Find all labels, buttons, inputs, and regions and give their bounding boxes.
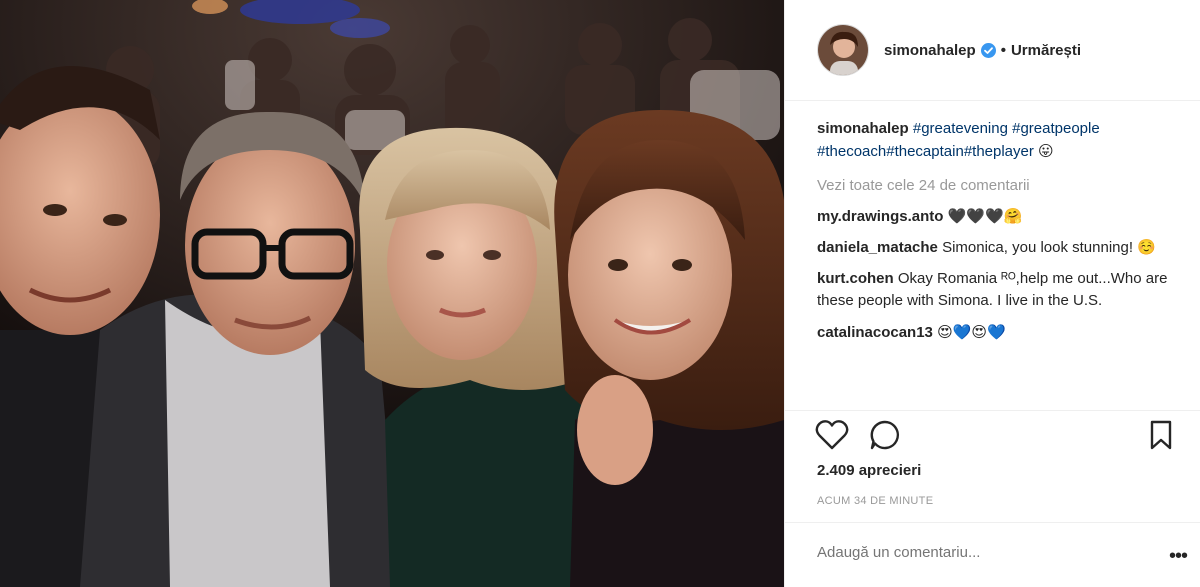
bookmark-icon[interactable] <box>1149 419 1173 456</box>
heart-icon[interactable] <box>815 419 849 456</box>
comment-icon[interactable] <box>869 419 901 456</box>
view-all-comments-link[interactable]: Vezi toate cele 24 de comentarii <box>817 175 1187 197</box>
comment-username[interactable]: daniela_matache <box>817 239 938 256</box>
comment-item: kurt.cohen Okay Romania ᴿᴼ,help me out..… <box>817 268 1187 312</box>
likes-count[interactable]: 2.409 aprecieri <box>817 462 921 479</box>
header-separator: • <box>1000 41 1006 59</box>
comment-username[interactable]: catalinacocan13 <box>817 324 933 341</box>
hashtag-link[interactable]: #greatevening <box>913 120 1008 137</box>
comment-item: my.drawings.anto 🖤🖤🖤🤗 <box>817 205 1187 228</box>
following-button[interactable]: Urmărești <box>1011 42 1081 59</box>
hashtag-link[interactable]: #thecoach <box>817 143 886 160</box>
hashtag-link[interactable]: #theplayer <box>964 143 1034 160</box>
hashtag-link[interactable]: #thecaptain <box>886 143 964 160</box>
comment-username[interactable]: my.drawings.anto <box>817 208 943 225</box>
add-comment-input[interactable] <box>817 544 1137 561</box>
hashtag-link[interactable]: #greatpeople <box>1012 120 1100 137</box>
comment-text: 😍💙😍💙 <box>937 323 1006 341</box>
comments-list: simonahalep #greatevening #greatpeople #… <box>817 118 1187 353</box>
comment-item: catalinacocan13 😍💙😍💙 <box>817 321 1187 344</box>
caption-username[interactable]: simonahalep <box>817 120 909 137</box>
post-photo[interactable] <box>0 0 784 587</box>
comment-text: Simonica, you look stunning! ☺️ <box>942 239 1156 256</box>
post-side-panel: simonahalep • Urmărești simonahalep #gre… <box>784 0 1200 587</box>
post-header: simonahalep • Urmărești <box>785 0 1200 101</box>
comment-username[interactable]: kurt.cohen <box>817 270 894 287</box>
instagram-post: simonahalep • Urmărești simonahalep #gre… <box>0 0 1200 587</box>
header-username[interactable]: simonahalep <box>884 42 976 59</box>
more-options-icon[interactable]: ••• <box>1169 545 1188 568</box>
comment-item: daniela_matache Simonica, you look stunn… <box>817 237 1187 259</box>
comment-text: 🖤🖤🖤🤗 <box>947 207 1023 225</box>
post-timestamp[interactable]: ACUM 34 DE MINUTE <box>817 495 933 507</box>
post-caption: simonahalep #greatevening #greatpeople #… <box>817 118 1187 163</box>
caption-emoji: 😛 <box>1038 142 1054 160</box>
avatar[interactable] <box>817 24 869 76</box>
verified-badge-icon <box>980 42 996 58</box>
add-comment-bar: ••• <box>785 522 1200 587</box>
